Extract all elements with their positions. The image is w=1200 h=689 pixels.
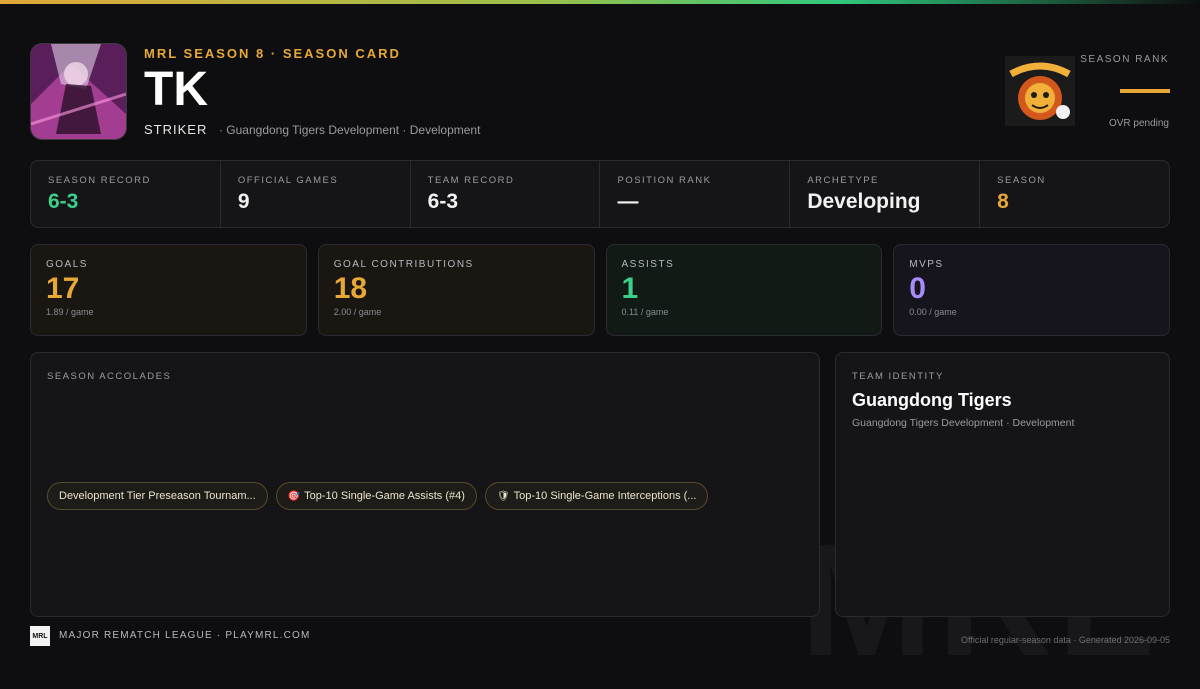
stat-card-value: 17 xyxy=(46,272,80,305)
stat-cell: OFFICIAL GAMES 9 xyxy=(221,161,411,227)
card-eyebrow: MRL SEASON 8 · SEASON CARD xyxy=(144,46,401,61)
stat-card-label: MVPS xyxy=(909,259,944,270)
footer-generated: Official regular-season data · Generated… xyxy=(961,635,1170,645)
stat-label: POSITION RANK xyxy=(617,175,712,186)
team-division: Guangdong Tigers Development · Developme… xyxy=(852,417,1075,429)
player-subline: STRIKER · Guangdong Tigers Development ·… xyxy=(144,122,480,137)
accolade-text: Development Tier Preseason Tournam... xyxy=(59,490,256,502)
accolades-label: SEASON ACCOLADES xyxy=(47,371,172,382)
stat-card-per: 2.00 / game xyxy=(333,307,382,317)
stat-label: OFFICIAL GAMES xyxy=(237,175,339,186)
stat-cell: ARCHETYPE Developing xyxy=(790,161,981,227)
accolade-text: Top-10 Single-Game Assists (#4) xyxy=(304,490,465,502)
stat-card-assists: ASSISTS 1 0.11 / game xyxy=(605,244,883,336)
headline-stat-cards: GOALS 17 1.89 / game GOAL CONTRIBUTIONS 18 2.… xyxy=(30,244,1170,336)
accolade-text: Top-10 Single-Game Interceptions (... xyxy=(513,490,697,502)
stat-cell: TEAM RECORD 6-3 xyxy=(411,161,601,227)
stat-card-per: 0.11 / game xyxy=(621,307,669,317)
stat-value: 6-3 xyxy=(427,190,459,213)
player-name: TK xyxy=(144,63,208,116)
stat-label: TEAM RECORD xyxy=(427,175,515,186)
ovr-status: OVR pending xyxy=(1108,118,1169,129)
accolade-chips: Development Tier Preseason Tournam... 🎯 To… xyxy=(47,482,709,510)
season-accolades-panel: SEASON ACCOLADES Development Tier Presea… xyxy=(30,352,820,617)
stat-value: 9 xyxy=(237,190,250,213)
stat-card-label: ASSISTS xyxy=(621,259,675,270)
team-logo-icon xyxy=(1005,56,1075,126)
stat-cell: SEASON RECORD 6-3 xyxy=(31,161,221,227)
stat-value: 8 xyxy=(997,190,1009,213)
stat-card-per: 0.00 / game xyxy=(909,307,957,317)
stat-card-goals: GOALS 17 1.89 / game xyxy=(30,244,307,336)
target-icon: 🎯 xyxy=(287,490,301,502)
season-stat-row: SEASON RECORD 6-3 OFFICIAL GAMES 9 TEAM RECO… xyxy=(30,160,1170,228)
stat-card-mvps: MVPS 0 0.00 / game xyxy=(893,244,1170,336)
team-name: Guangdong Tigers xyxy=(852,390,1012,410)
shield-icon: 🛡 xyxy=(496,490,510,502)
league-logo-icon: MRL xyxy=(30,626,50,646)
stat-card-label: GOALS xyxy=(46,259,88,270)
accolade-chip[interactable]: 🛡 Top-10 Single-Game Interceptions (... xyxy=(484,482,709,510)
player-avatar xyxy=(30,43,127,140)
player-team-line: · Guangdong Tigers Development · Develop… xyxy=(218,123,481,137)
stat-label: SEASON RECORD xyxy=(48,175,151,186)
season-rank-value xyxy=(1120,89,1170,93)
stat-card-value: 0 xyxy=(909,272,926,305)
player-position: STRIKER xyxy=(144,122,208,137)
stat-card-value: 1 xyxy=(621,272,639,305)
stat-cell: POSITION RANK — xyxy=(600,161,791,227)
footer-league[interactable]: MAJOR REMATCH LEAGUE · PLAYMRL.COM xyxy=(59,630,311,641)
stat-value: 6-3 xyxy=(48,190,79,213)
stat-card-value: 18 xyxy=(333,272,368,305)
top-accent-bar xyxy=(0,0,1200,4)
stat-card-label: GOAL CONTRIBUTIONS xyxy=(333,259,474,270)
stat-card-goal-contributions: GOAL CONTRIBUTIONS 18 2.00 / game xyxy=(317,244,595,336)
identity-label: TEAM IDENTITY xyxy=(852,371,944,382)
stat-cell: SEASON 8 xyxy=(980,161,1169,227)
stat-value: — xyxy=(617,190,639,213)
stat-card-per: 1.89 / game xyxy=(46,307,94,317)
accolade-chip[interactable]: Development Tier Preseason Tournam... xyxy=(47,482,268,510)
stat-label: ARCHETYPE xyxy=(807,175,879,186)
season-rank-label: SEASON RANK xyxy=(1080,54,1169,65)
stat-value: Developing xyxy=(807,190,921,213)
team-identity-panel: TEAM IDENTITY Guangdong Tigers Guangdong… xyxy=(835,352,1170,617)
accolade-chip[interactable]: 🎯 Top-10 Single-Game Assists (#4) xyxy=(275,482,477,510)
stat-label: SEASON xyxy=(997,175,1046,186)
